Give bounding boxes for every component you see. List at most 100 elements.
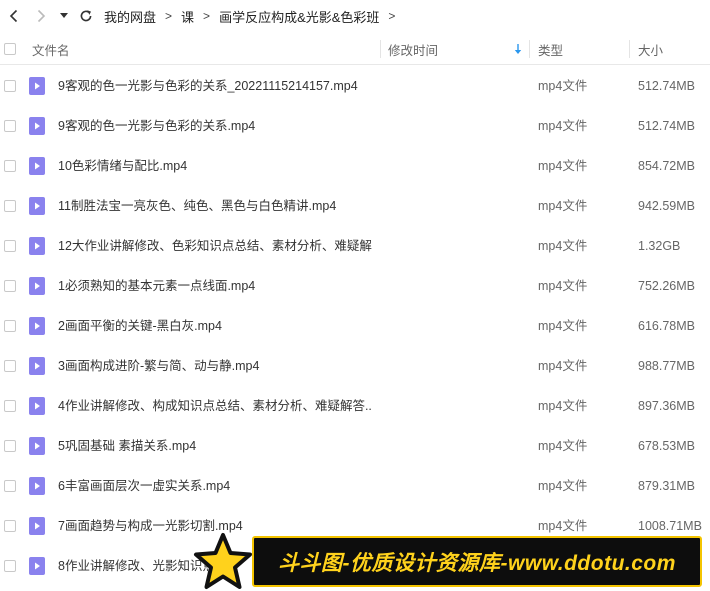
file-type: mp4文件 [538,399,588,413]
file-size: 988.77MB [638,359,695,373]
breadcrumb-item-root[interactable]: 我的网盘 [104,7,156,26]
column-divider[interactable] [380,40,381,58]
video-file-icon [29,117,45,135]
file-name[interactable]: 5巩固基础 素描关系.mp4 [58,426,373,466]
chevron-left-icon [9,9,18,23]
file-list-header: 文件名 修改时间 类型 大小 [0,34,710,65]
watermark-banner: 斗斗图-优质设计资源库-www.ddotu.com [190,532,710,591]
file-name[interactable]: 11制胜法宝一亮灰色、纯色、黑色与白色精讲.mp4 [58,186,373,226]
file-list: 9客观的色一光影与色彩的关系_20221115214157.mp4 mp4文件 … [0,66,710,586]
file-row[interactable]: 9客观的色一光影与色彩的关系_20221115214157.mp4 mp4文件 … [0,66,710,106]
file-size: 512.74MB [638,79,695,93]
row-checkbox[interactable] [4,160,16,172]
refresh-icon [80,10,92,22]
file-row[interactable]: 3画面构成进阶-繁与简、动与静.mp4 mp4文件 988.77MB [0,346,710,386]
video-file-icon [29,197,45,215]
file-type: mp4文件 [538,119,588,133]
row-checkbox[interactable] [4,80,16,92]
file-row[interactable]: 5巩固基础 素描关系.mp4 mp4文件 678.53MB [0,426,710,466]
file-size: 897.36MB [638,399,695,413]
file-name[interactable]: 4作业讲解修改、构成知识点总结、素材分析、难疑解答.... [58,386,373,426]
breadcrumb-item-current[interactable]: 画学反应构成&光影&色彩班 [219,7,379,26]
video-file-icon [29,437,45,455]
column-header-size[interactable]: 大小 [638,34,663,64]
video-file-icon [29,277,45,295]
video-file-icon [29,77,45,95]
file-row[interactable]: 10色彩情绪与配比.mp4 mp4文件 854.72MB [0,146,710,186]
back-button[interactable] [2,0,26,32]
breadcrumb-item-folder[interactable]: 课 [181,7,194,26]
caret-down-icon [60,13,68,18]
file-type: mp4文件 [538,199,588,213]
file-name[interactable]: 9客观的色一光影与色彩的关系_20221115214157.mp4 [58,66,373,106]
video-file-icon [29,477,45,495]
file-type: mp4文件 [538,159,588,173]
file-size: 678.53MB [638,439,695,453]
file-size: 752.26MB [638,279,695,293]
file-row[interactable]: 6丰富画面层次一虚实关系.mp4 mp4文件 879.31MB [0,466,710,506]
forward-button[interactable] [26,0,56,32]
breadcrumb-separator: > [388,9,396,23]
row-checkbox[interactable] [4,480,16,492]
row-checkbox[interactable] [4,400,16,412]
breadcrumb-separator: > [203,9,211,23]
file-type: mp4文件 [538,439,588,453]
select-all-checkbox[interactable] [4,43,16,55]
file-row[interactable]: 1必须熟知的基本元素一点线面.mp4 mp4文件 752.26MB [0,266,710,306]
file-size: 854.72MB [638,159,695,173]
chevron-right-icon [37,9,46,23]
breadcrumb: 我的网盘 > 课 > 画学反应构成&光影&色彩班 > [104,7,404,26]
file-name[interactable]: 3画面构成进阶-繁与简、动与静.mp4 [58,346,373,386]
row-checkbox[interactable] [4,520,16,532]
watermark-text: 斗斗图-优质设计资源库-www.ddotu.com [252,536,702,587]
column-divider[interactable] [629,40,630,58]
row-checkbox[interactable] [4,200,16,212]
row-checkbox[interactable] [4,560,16,572]
file-row[interactable]: 11制胜法宝一亮灰色、纯色、黑色与白色精讲.mp4 mp4文件 942.59MB [0,186,710,226]
file-type: mp4文件 [538,479,588,493]
sort-indicator[interactable] [514,34,522,64]
row-checkbox[interactable] [4,120,16,132]
column-header-modified[interactable]: 修改时间 [388,34,438,64]
video-file-icon [29,357,45,375]
file-name[interactable]: 2画面平衡的关键-黑白灰.mp4 [58,306,373,346]
file-size: 512.74MB [638,119,695,133]
video-file-icon [29,557,45,575]
file-size: 1.32GB [638,239,681,253]
file-row[interactable]: 12大作业讲解修改、色彩知识点总结、素材分析、难疑解... mp4文件 1.32… [0,226,710,266]
file-row[interactable]: 9客观的色一光影与色彩的关系.mp4 mp4文件 512.74MB [0,106,710,146]
row-checkbox[interactable] [4,360,16,372]
breadcrumb-separator: > [165,9,173,23]
star-icon [194,533,252,589]
refresh-button[interactable] [72,0,100,32]
file-name[interactable]: 1必须熟知的基本元素一点线面.mp4 [58,266,373,306]
file-size: 879.31MB [638,479,695,493]
row-checkbox[interactable] [4,320,16,332]
row-checkbox[interactable] [4,240,16,252]
file-type: mp4文件 [538,239,588,253]
file-type: mp4文件 [538,79,588,93]
file-name[interactable]: 6丰富画面层次一虚实关系.mp4 [58,466,373,506]
file-type: mp4文件 [538,319,588,333]
video-file-icon [29,317,45,335]
toolbar: 我的网盘 > 课 > 画学反应构成&光影&色彩班 > [0,0,710,32]
file-name[interactable]: 10色彩情绪与配比.mp4 [58,146,373,186]
file-size: 942.59MB [638,199,695,213]
file-name[interactable]: 12大作业讲解修改、色彩知识点总结、素材分析、难疑解... [58,226,373,266]
file-size: 616.78MB [638,319,695,333]
sort-arrow-down-icon [514,43,522,54]
column-divider[interactable] [529,40,530,58]
file-row[interactable]: 2画面平衡的关键-黑白灰.mp4 mp4文件 616.78MB [0,306,710,346]
file-type: mp4文件 [538,359,588,373]
video-file-icon [29,517,45,535]
column-header-name[interactable]: 文件名 [32,34,70,64]
video-file-icon [29,157,45,175]
column-header-type[interactable]: 类型 [538,34,563,64]
video-file-icon [29,397,45,415]
history-dropdown-button[interactable] [56,0,72,32]
video-file-icon [29,237,45,255]
row-checkbox[interactable] [4,280,16,292]
row-checkbox[interactable] [4,440,16,452]
file-row[interactable]: 4作业讲解修改、构成知识点总结、素材分析、难疑解答.... mp4文件 897.… [0,386,710,426]
file-name[interactable]: 9客观的色一光影与色彩的关系.mp4 [58,106,373,146]
